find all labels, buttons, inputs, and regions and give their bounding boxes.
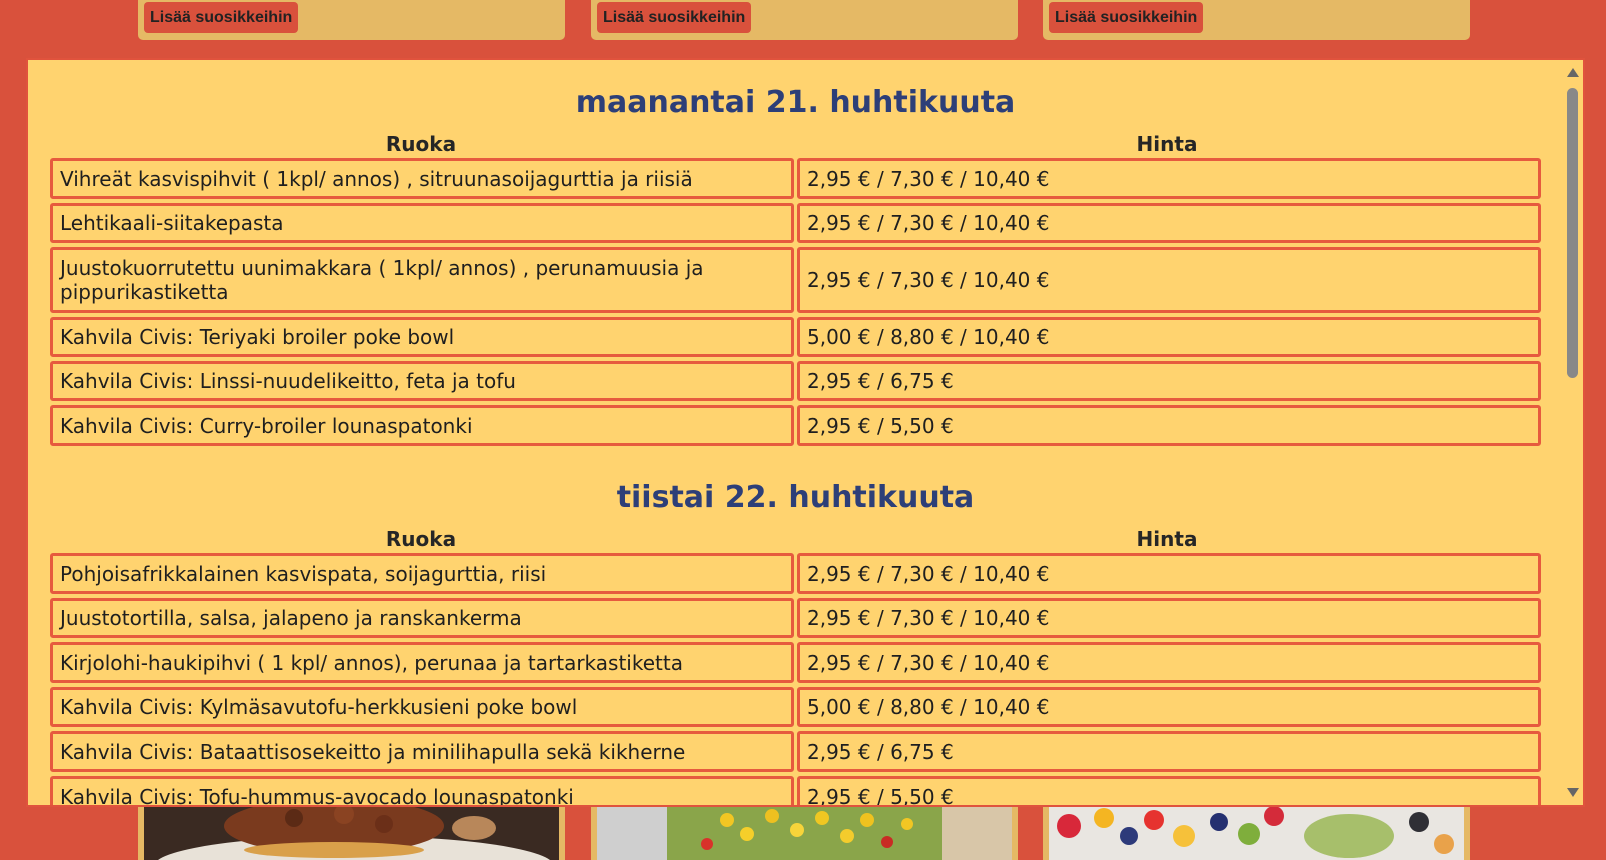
pasta-bolognese-photo <box>144 806 559 860</box>
day-title: tiistai 22. huhtikuuta <box>616 480 975 515</box>
price-cell: 2,95 € / 7,30 € / 10,40 € <box>797 553 1541 594</box>
food-cell: Kahvila Civis: Tofu-hummus-avocado louna… <box>50 776 794 805</box>
corn-salad-photo <box>597 806 1012 860</box>
vertical-scrollbar[interactable] <box>1563 60 1583 805</box>
column-header-price: Hinta <box>1136 527 1198 551</box>
food-cell: Lehtikaali-siitakepasta <box>50 203 794 243</box>
price-cell: 2,95 € / 7,30 € / 10,40 € <box>797 158 1541 199</box>
price-cell: 5,00 € / 8,80 € / 10,40 € <box>797 317 1541 357</box>
weekly-menu-panel[interactable]: maanantai 21. huhtikuuta Ruoka Hinta Vih… <box>26 58 1585 807</box>
fruit-salad-photo <box>1049 806 1464 860</box>
restaurant-card-image-3 <box>1043 806 1470 860</box>
column-header-food: Ruoka <box>385 132 457 156</box>
restaurant-card-image-1 <box>138 806 565 860</box>
menu-scroll-content: maanantai 21. huhtikuuta Ruoka Hinta Vih… <box>28 60 1563 805</box>
scroll-up-arrow-icon[interactable] <box>1567 68 1579 77</box>
column-header-price: Hinta <box>1136 132 1198 156</box>
price-cell: 2,95 € / 7,30 € / 10,40 € <box>797 598 1541 638</box>
column-header-food: Ruoka <box>385 527 457 551</box>
food-cell: Kirjolohi-haukipihvi ( 1 kpl/ annos), pe… <box>50 642 794 683</box>
day-title: maanantai 21. huhtikuuta <box>575 85 1016 120</box>
scroll-down-arrow-icon[interactable] <box>1567 788 1579 797</box>
price-cell: 2,95 € / 7,30 € / 10,40 € <box>797 203 1541 243</box>
price-cell: 2,95 € / 7,30 € / 10,40 € <box>797 642 1541 683</box>
food-cell: Kahvila Civis: Kylmäsavutofu-herkkusieni… <box>50 687 794 727</box>
food-cell: Vihreät kasvispihvit ( 1kpl/ annos) , si… <box>50 158 794 199</box>
food-cell: Juustokuorrutettu uunimakkara ( 1kpl/ an… <box>50 247 794 313</box>
price-cell: 5,00 € / 8,80 € / 10,40 € <box>797 687 1541 727</box>
price-cell: 2,95 € / 5,50 € <box>797 776 1541 805</box>
price-cell: 2,95 € / 5,50 € <box>797 405 1541 446</box>
restaurant-card-image-2 <box>591 806 1018 860</box>
restaurant-card-2: Lisää suosikkeihin <box>591 0 1018 40</box>
add-favorite-button[interactable]: Lisää suosikkeihin <box>1049 2 1204 33</box>
food-cell: Kahvila Civis: Linssi-nuudelikeitto, fet… <box>50 361 794 401</box>
add-favorite-button[interactable]: Lisää suosikkeihin <box>597 2 752 33</box>
price-cell: 2,95 € / 6,75 € <box>797 361 1541 401</box>
add-favorite-button[interactable]: Lisää suosikkeihin <box>144 2 299 33</box>
restaurant-card-1: Lisää suosikkeihin <box>138 0 565 40</box>
food-cell: Pohjoisafrikkalainen kasvispata, soijagu… <box>50 553 794 594</box>
food-cell: Juustotortilla, salsa, jalapeno ja ransk… <box>50 598 794 638</box>
food-cell: Kahvila Civis: Teriyaki broiler poke bow… <box>50 317 794 357</box>
scrollbar-thumb[interactable] <box>1567 88 1578 378</box>
price-cell: 2,95 € / 6,75 € <box>797 731 1541 772</box>
restaurant-card-3: Lisää suosikkeihin <box>1043 0 1470 40</box>
food-cell: Kahvila Civis: Curry-broiler lounaspaton… <box>50 405 794 446</box>
food-cell: Kahvila Civis: Bataattisosekeitto ja min… <box>50 731 794 772</box>
price-cell: 2,95 € / 7,30 € / 10,40 € <box>797 247 1541 313</box>
